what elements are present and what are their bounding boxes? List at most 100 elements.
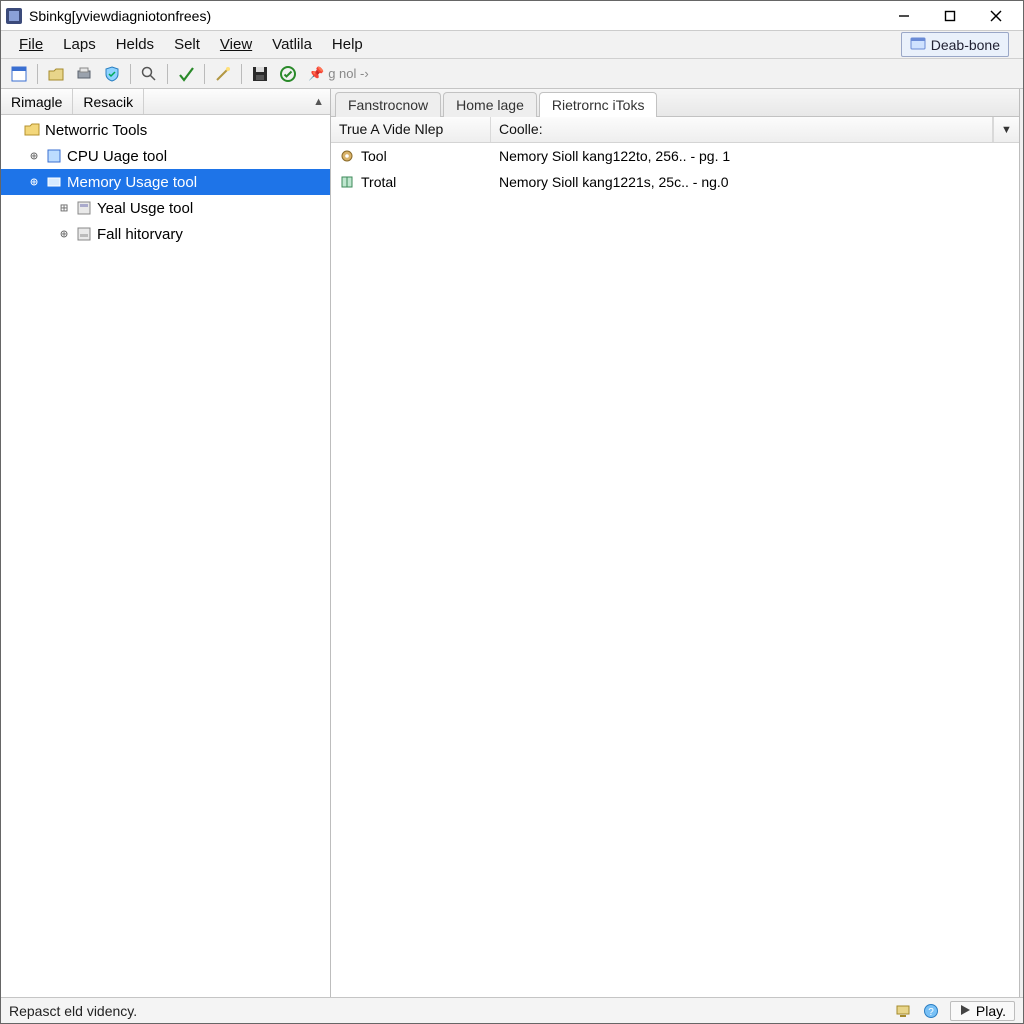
list-cell-label: Trotal <box>361 174 396 190</box>
column-header-b[interactable]: Coolle: <box>491 117 993 142</box>
menu-selt[interactable]: Selt <box>164 33 210 56</box>
expander-icon[interactable]: ⊕ <box>57 227 71 242</box>
toolbar-separator <box>167 64 168 84</box>
tool-icon <box>75 225 93 243</box>
list-header: True A Vide Nlep Coolle: ▼ <box>331 117 1019 143</box>
tree-item-label: CPU Uage tool <box>67 148 173 165</box>
left-tabs: Rimagle Resacik ▲ <box>1 89 330 115</box>
statusbar: Repasct eld vidency. ? Play. <box>1 997 1023 1023</box>
memory-icon <box>45 173 63 191</box>
toolbar-separator <box>204 64 205 84</box>
column-header-a[interactable]: True A Vide Nlep <box>331 117 491 142</box>
app-icon <box>5 7 23 25</box>
column-header-label: Coolle: <box>499 121 543 137</box>
deab-bone-button[interactable]: Deab-bone <box>901 32 1009 57</box>
status-text: Repasct eld vidency. <box>9 1003 884 1019</box>
tab-label: Rietrornc iToks <box>552 97 645 113</box>
left-tab-rimagle[interactable]: Rimagle <box>1 89 73 114</box>
tab-rietrornc-itoks[interactable]: Rietrornc iToks <box>539 92 658 117</box>
toolbar-separator <box>241 64 242 84</box>
tab-label: Fanstrocnow <box>348 97 428 113</box>
svg-text:?: ? <box>928 1007 934 1018</box>
play-button[interactable]: Play. <box>950 1001 1015 1021</box>
main-split: Rimagle Resacik ▲ Networric Tools ⊕ CPU … <box>1 89 1023 997</box>
tree-item-yeal[interactable]: ⊞ Yeal Usge tool <box>1 195 330 221</box>
menu-vatlila-label: Vatlila <box>272 36 312 53</box>
menu-view[interactable]: View <box>210 33 262 56</box>
check-button[interactable] <box>174 62 198 86</box>
minimize-button[interactable] <box>881 1 927 31</box>
toolbar-separator <box>37 64 38 84</box>
help-icon[interactable]: ? <box>922 1002 940 1020</box>
tree-item-label: Yeal Usge tool <box>97 200 199 217</box>
tree-root-label: Networric Tools <box>45 122 153 139</box>
toolbar: 📌 g nol -› <box>1 59 1023 89</box>
list-cell-name: Trotal <box>331 174 491 190</box>
titlebar: Sbinkg[yviewdiagniotonfrees) <box>1 1 1023 31</box>
gear-icon <box>339 148 355 164</box>
tree-item-fall[interactable]: ⊕ Fall hitorvary <box>1 221 330 247</box>
tree-item-label: Fall hitorvary <box>97 226 189 243</box>
tree-view[interactable]: Networric Tools ⊕ CPU Uage tool ⊕ Memory… <box>1 115 330 997</box>
list-body[interactable]: Tool Nemory Sioll kang122to, 256.. - pg.… <box>331 143 1019 997</box>
menu-help[interactable]: Help <box>322 33 373 56</box>
left-tab-label: Rimagle <box>11 94 62 110</box>
menu-vatlila[interactable]: Vatlila <box>262 33 322 56</box>
disk-button[interactable] <box>248 62 272 86</box>
window-controls <box>881 1 1019 31</box>
menu-helds-label: Helds <box>116 36 154 53</box>
close-button[interactable] <box>973 1 1019 31</box>
cpu-icon <box>45 147 63 165</box>
expander-icon[interactable]: ⊕ <box>27 149 41 164</box>
play-label: Play. <box>976 1003 1006 1019</box>
folder-icon <box>23 121 41 139</box>
tree-root-item[interactable]: Networric Tools <box>1 117 330 143</box>
menu-laps[interactable]: Laps <box>53 33 106 56</box>
list-cell-value: Nemory Sioll kang122to, 256.. - pg. 1 <box>491 148 1019 164</box>
play-icon <box>959 1003 971 1019</box>
expander-icon[interactable]: ⊕ <box>27 175 41 190</box>
tab-home-lage[interactable]: Home lage <box>443 92 537 117</box>
left-tab-label: Resacik <box>83 94 133 110</box>
menu-helds[interactable]: Helds <box>106 33 164 56</box>
box-icon <box>910 35 926 54</box>
app-window: Sbinkg[yviewdiagniotonfrees) File Laps H… <box>0 0 1024 1024</box>
tool-icon <box>75 199 93 217</box>
list-row[interactable]: Tool Nemory Sioll kang122to, 256.. - pg.… <box>331 143 1019 169</box>
maximize-button[interactable] <box>927 1 973 31</box>
pin-icon: 📌 <box>308 66 324 82</box>
breadcrumb-hint-label: g nol -› <box>328 66 368 81</box>
left-panel: Rimagle Resacik ▲ Networric Tools ⊕ CPU … <box>1 89 331 997</box>
right-panel: Fanstrocnow Home lage Rietrornc iToks Tr… <box>331 89 1020 997</box>
menu-file[interactable]: File <box>9 33 53 56</box>
new-button[interactable] <box>7 62 31 86</box>
tab-fanstrocnow[interactable]: Fanstrocnow <box>335 92 441 117</box>
shield-button[interactable] <box>100 62 124 86</box>
print-button[interactable] <box>72 62 96 86</box>
deab-bone-label: Deab-bone <box>931 37 1000 53</box>
ok-button[interactable] <box>276 62 300 86</box>
tree-item-cpu[interactable]: ⊕ CPU Uage tool <box>1 143 330 169</box>
list-row[interactable]: Trotal Nemory Sioll kang1221s, 25c.. - n… <box>331 169 1019 195</box>
menubar: File Laps Helds Selt View Vatlila Help D… <box>1 31 1023 59</box>
book-icon <box>339 174 355 190</box>
tab-label: Home lage <box>456 97 524 113</box>
menu-laps-label: Laps <box>63 36 96 53</box>
left-tab-resacik[interactable]: Resacik <box>73 89 144 114</box>
search-button[interactable] <box>137 62 161 86</box>
open-button[interactable] <box>44 62 68 86</box>
tree-item-memory[interactable]: ⊕ Memory Usage tool <box>1 169 330 195</box>
expander-icon[interactable]: ⊞ <box>57 201 71 216</box>
list-cell-label: Tool <box>361 148 387 164</box>
panel-collapse-button[interactable]: ▲ <box>307 89 330 114</box>
wand-button[interactable] <box>211 62 235 86</box>
list-cell-name: Tool <box>331 148 491 164</box>
network-icon[interactable] <box>894 1002 912 1020</box>
menu-file-label: File <box>19 36 43 53</box>
column-menu-button[interactable]: ▼ <box>993 117 1019 142</box>
window-title: Sbinkg[yviewdiagniotonfrees) <box>29 8 881 24</box>
menu-help-label: Help <box>332 36 363 53</box>
column-header-label: True A Vide Nlep <box>339 121 443 137</box>
right-tabs: Fanstrocnow Home lage Rietrornc iToks <box>331 89 1019 117</box>
menu-view-label: View <box>220 36 252 53</box>
